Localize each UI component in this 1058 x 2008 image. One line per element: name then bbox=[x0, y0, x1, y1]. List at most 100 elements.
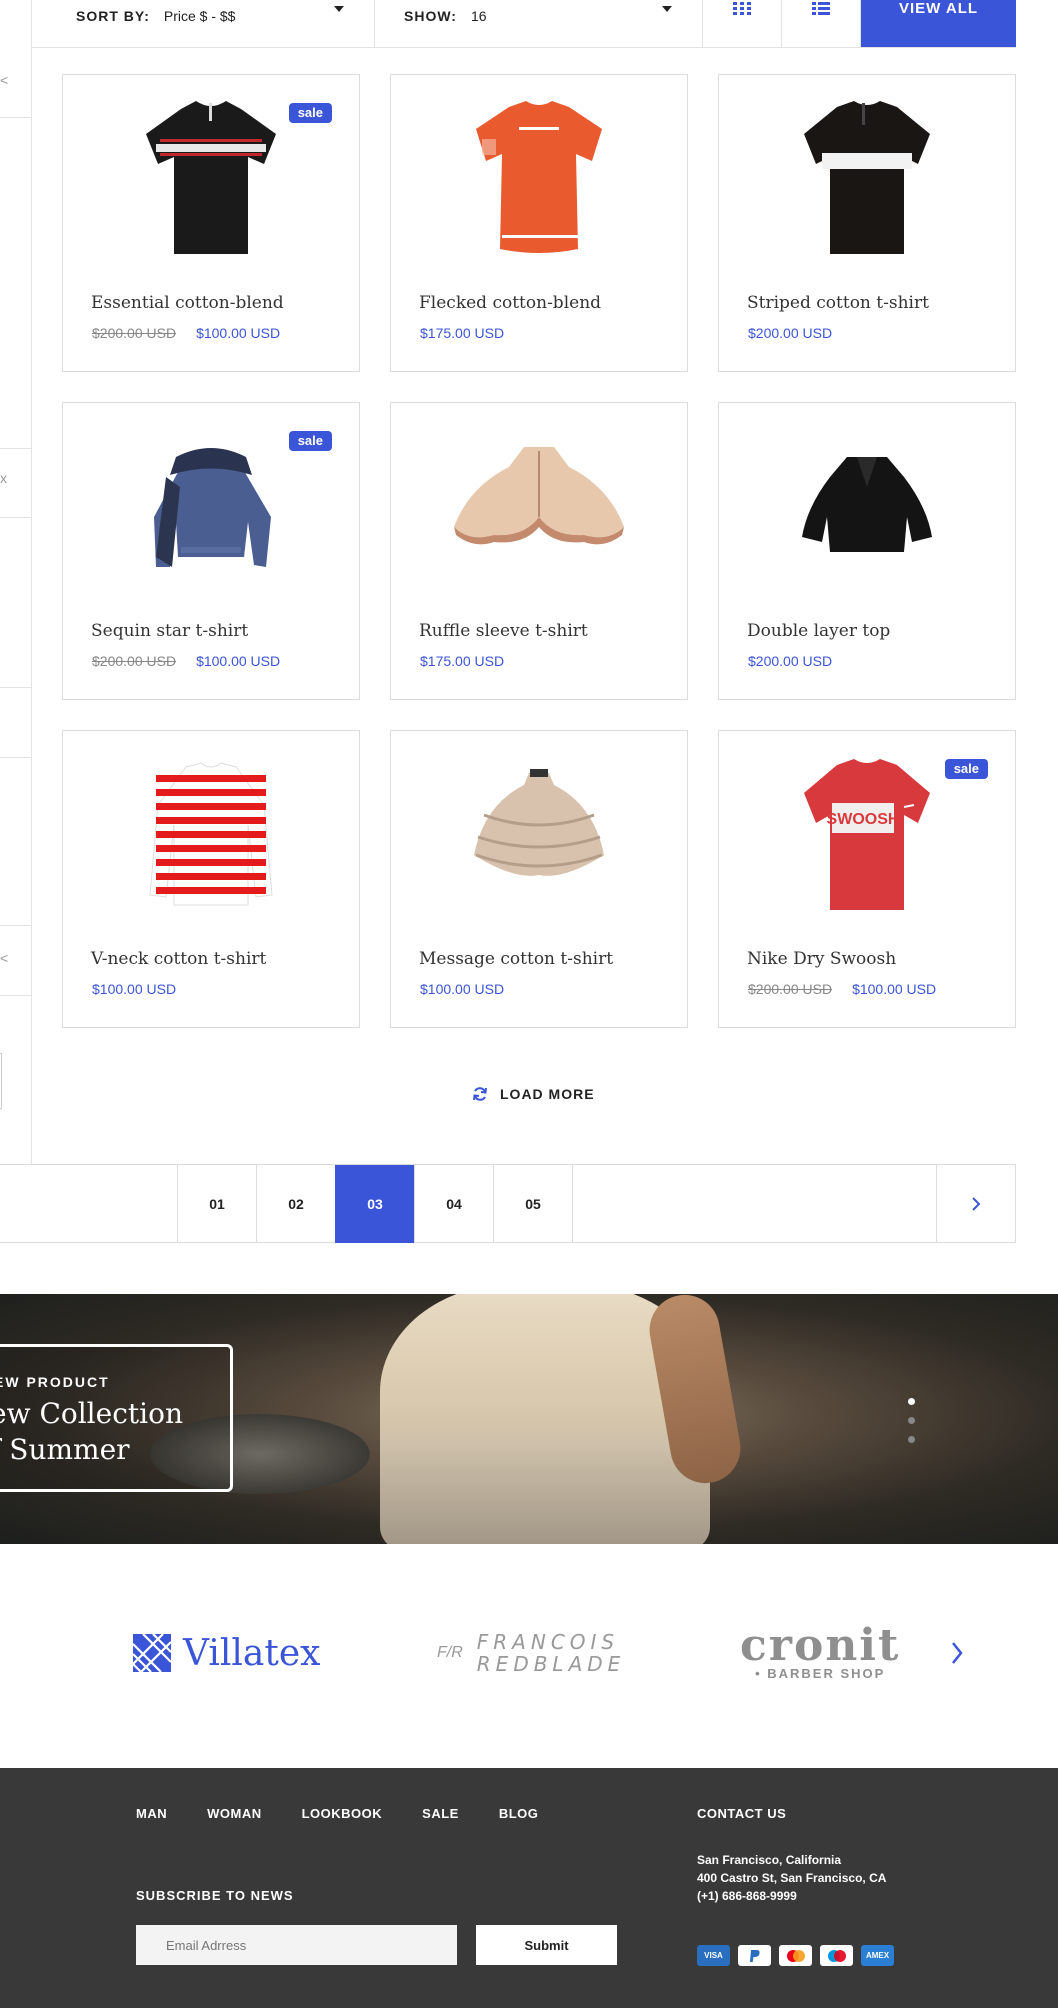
product-price: $200.00 USD $100.00 USD bbox=[92, 653, 280, 669]
product-price: $175.00 USD bbox=[420, 325, 504, 341]
sidebar-input-edge[interactable] bbox=[0, 1053, 2, 1109]
promo-banner[interactable]: EW PRODUCT ew Collection f Summer bbox=[0, 1294, 1058, 1544]
sort-label: SORT BY: bbox=[76, 7, 150, 24]
grid-view-icon bbox=[733, 2, 751, 15]
amex-icon: AMEX bbox=[861, 1945, 894, 1966]
load-more-button[interactable]: LOAD MORE bbox=[472, 1086, 595, 1102]
banner-kicker: EW PRODUCT bbox=[0, 1374, 110, 1390]
brand-logo-cronit[interactable]: cronit • BARBER SHOP bbox=[740, 1618, 900, 1688]
list-view-icon bbox=[812, 2, 830, 15]
product-price: $100.00 USD bbox=[420, 981, 504, 997]
slider-dot[interactable] bbox=[908, 1436, 915, 1443]
slider-dot-active[interactable] bbox=[908, 1398, 915, 1405]
brand-name: cronit • BARBER SHOP bbox=[740, 1619, 901, 1681]
brand-logo-villatex[interactable]: Villatex bbox=[133, 1618, 320, 1688]
product-name[interactable]: Sequin star t-shirt bbox=[91, 621, 248, 641]
product-card[interactable]: SWOOSH sale Nike Dry Swoosh $200.00 USD $100… bbox=[718, 730, 1016, 1028]
pagination-divider bbox=[572, 1165, 573, 1243]
brands-next-button[interactable] bbox=[950, 1640, 964, 1671]
product-card[interactable]: sale Essential cotton-blend $200.00 USD $10… bbox=[62, 74, 360, 372]
page-link[interactable]: 05 bbox=[493, 1165, 572, 1243]
footer-nav-blog[interactable]: BLOG bbox=[499, 1806, 539, 1821]
visa-icon: VISA bbox=[697, 1945, 730, 1966]
product-card[interactable]: sale Sequin star t-shirt $200.00 USD $100.0… bbox=[62, 402, 360, 700]
product-card[interactable]: Flecked cotton-blend $175.00 USD bbox=[390, 74, 688, 372]
sidebar-divider bbox=[0, 925, 31, 926]
product-card[interactable]: Double layer top $200.00 USD bbox=[718, 402, 1016, 700]
product-name[interactable]: Flecked cotton-blend bbox=[419, 293, 601, 313]
product-card[interactable]: Ruffle sleeve t-shirt $175.00 USD bbox=[390, 402, 688, 700]
sidebar-border bbox=[31, 0, 32, 1164]
product-image[interactable] bbox=[63, 745, 359, 915]
sidebar-chevron-icon[interactable]: < bbox=[0, 72, 8, 88]
footer-nav-woman[interactable]: WOMAN bbox=[207, 1806, 262, 1821]
brand-name-line: FRANCOIS bbox=[476, 1630, 620, 1654]
sidebar-chevron-icon[interactable]: < bbox=[0, 950, 8, 966]
product-image[interactable] bbox=[391, 745, 687, 915]
sidebar-divider bbox=[0, 687, 31, 688]
current-price: $200.00 USD bbox=[748, 653, 833, 669]
product-image[interactable] bbox=[719, 417, 1015, 587]
product-name[interactable]: Message cotton t-shirt bbox=[419, 949, 613, 969]
brand-name-sub: • BARBER SHOP bbox=[755, 1665, 886, 1681]
chevron-right-icon bbox=[952, 1642, 963, 1664]
product-toolbar: SORT BY: Price $ - $$ SHOW: 16 VIEW ALL bbox=[31, 0, 1016, 48]
product-card[interactable]: Message cotton t-shirt $100.00 USD bbox=[390, 730, 688, 1028]
product-card[interactable]: V-neck cotton t-shirt $100.00 USD bbox=[62, 730, 360, 1028]
page-link-current[interactable]: 03 bbox=[335, 1165, 414, 1243]
submit-button[interactable]: Submit bbox=[476, 1925, 617, 1965]
show-value: 16 bbox=[470, 7, 487, 24]
page-link[interactable]: 02 bbox=[256, 1165, 335, 1243]
product-name[interactable]: V-neck cotton t-shirt bbox=[91, 949, 266, 969]
product-name[interactable]: Ruffle sleeve t-shirt bbox=[419, 621, 588, 641]
page-link[interactable]: 04 bbox=[414, 1165, 493, 1243]
email-field[interactable] bbox=[136, 1925, 457, 1965]
brand-monogram: F/R bbox=[437, 1644, 463, 1661]
paypal-icon bbox=[738, 1945, 771, 1966]
payment-methods: VISA AMEX bbox=[697, 1945, 894, 1966]
footer: MAN WOMAN LOOKBOOK SALE BLOG SUBSCRIBE T… bbox=[0, 1768, 1058, 2008]
product-image[interactable] bbox=[719, 89, 1015, 259]
footer-nav-lookbook[interactable]: LOOKBOOK bbox=[302, 1806, 383, 1821]
product-card[interactable]: Striped cotton t-shirt $200.00 USD bbox=[718, 74, 1016, 372]
contact-title: CONTACT US bbox=[697, 1806, 787, 1821]
maestro-icon bbox=[820, 1945, 853, 1966]
pagination: 01 02 03 04 05 bbox=[0, 1164, 1016, 1243]
sort-dropdown[interactable]: SORT BY: Price $ - $$ bbox=[31, 0, 375, 47]
sidebar-divider bbox=[0, 448, 31, 449]
chevron-down-icon bbox=[662, 6, 672, 12]
current-price: $100.00 USD bbox=[196, 325, 281, 341]
list-view-button[interactable] bbox=[782, 0, 861, 47]
footer-nav-sale[interactable]: SALE bbox=[422, 1806, 459, 1821]
chevron-right-icon bbox=[972, 1197, 981, 1211]
footer-nav-man[interactable]: MAN bbox=[136, 1806, 167, 1821]
slider-dot[interactable] bbox=[908, 1417, 915, 1424]
current-price: $100.00 USD bbox=[196, 653, 281, 669]
product-name[interactable]: Essential cotton-blend bbox=[91, 293, 284, 313]
current-price: $200.00 USD bbox=[748, 325, 833, 341]
product-price: $200.00 USD $100.00 USD bbox=[748, 981, 936, 997]
grid-view-button[interactable] bbox=[703, 0, 782, 47]
sale-badge: sale bbox=[944, 759, 988, 779]
sidebar-divider bbox=[0, 757, 31, 758]
sidebar-divider bbox=[0, 995, 31, 996]
product-name[interactable]: Nike Dry Swoosh bbox=[747, 949, 896, 969]
sidebar-divider bbox=[0, 117, 31, 118]
product-name[interactable]: Striped cotton t-shirt bbox=[747, 293, 929, 313]
product-price: $175.00 USD bbox=[420, 653, 504, 669]
brand-logo-francois-redblade[interactable]: F/R FRANCOIS REDBLADE bbox=[437, 1618, 625, 1688]
sidebar-close-icon[interactable]: x bbox=[0, 470, 7, 486]
current-price: $100.00 USD bbox=[92, 981, 177, 997]
product-name[interactable]: Double layer top bbox=[747, 621, 890, 641]
show-label: SHOW: bbox=[404, 7, 457, 24]
banner-title-line: ew Collection bbox=[0, 1397, 183, 1430]
product-image[interactable] bbox=[391, 89, 687, 259]
brand-name-line: REDBLADE bbox=[476, 1652, 626, 1676]
show-dropdown[interactable]: SHOW: 16 bbox=[375, 0, 703, 47]
phone-number: (+1) 686-868-9999 bbox=[697, 1889, 797, 1903]
brand-name-main: cronit bbox=[740, 1619, 901, 1671]
view-all-button[interactable]: VIEW ALL bbox=[861, 0, 1016, 47]
next-page-button[interactable] bbox=[936, 1165, 1015, 1243]
product-image[interactable] bbox=[391, 417, 687, 587]
page-link[interactable]: 01 bbox=[177, 1165, 256, 1243]
